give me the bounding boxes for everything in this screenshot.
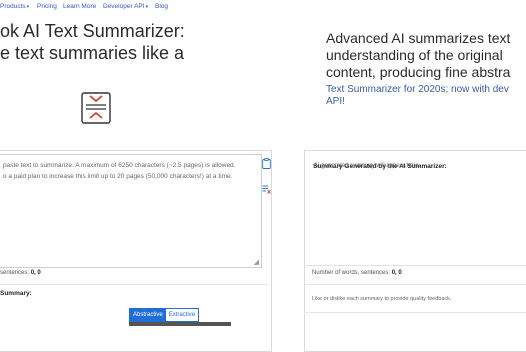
summary-placeholder: AI generated summary will appear here.: [314, 163, 421, 169]
resize-handle-icon[interactable]: ◢: [254, 258, 259, 266]
placeholder-line: paste text to summarize. A maximum of 62…: [3, 162, 236, 169]
placeholder-line: o a paid plan to increase this limit up …: [3, 173, 233, 180]
nav-products[interactable]: Products▾: [0, 3, 29, 10]
word-count-label: sentences:: [0, 270, 31, 276]
chevron-down-icon: ▾: [26, 4, 30, 10]
summary-type-label: Summary:: [0, 290, 32, 297]
divider: [0, 284, 268, 285]
paste-icon[interactable]: [262, 158, 271, 169]
divider: [304, 284, 526, 285]
top-navbar: Products▾ Pricing Learn More Developer A…: [0, 0, 526, 17]
summary-length-control[interactable]: [129, 322, 231, 326]
nav-learn-more[interactable]: Learn More: [63, 3, 96, 10]
input-word-count: sentences: 0, 0: [0, 270, 41, 276]
word-count-label: Number of words, sentences:: [312, 270, 392, 276]
hero-description-line: understanding of the original: [326, 47, 503, 63]
page-title-line: e text summaries like a: [0, 43, 185, 63]
page-title: ok AI Text Summarizer: e text summaries …: [0, 20, 185, 64]
nav-pricing[interactable]: Pricing: [37, 3, 57, 10]
chevron-down-icon: ▾: [145, 4, 149, 10]
nav-developer-api[interactable]: Developer API▾: [103, 3, 148, 10]
hero-subtitle-line: API!: [326, 95, 345, 107]
textarea-placeholder: paste text to summarize. A maximum of 62…: [3, 160, 261, 182]
word-count-value: 0, 0: [30, 270, 41, 276]
word-count-value: 0, 0: [391, 270, 402, 276]
divider: [304, 312, 526, 313]
mode-abstractive-button[interactable]: Abstractive: [130, 309, 166, 321]
summary-output-area: [304, 157, 526, 266]
hero-description-line: content, producing fine abstra: [326, 64, 511, 80]
input-textarea[interactable]: paste text to summarize. A maximum of 62…: [0, 154, 262, 268]
summarize-icon: [81, 92, 111, 124]
hero-description: Advanced AI summarizes text understandin…: [326, 30, 510, 81]
mode-extractive-button[interactable]: Extractive: [165, 309, 199, 321]
nav-blog[interactable]: Blog: [155, 3, 168, 10]
output-word-count: Number of words, sentences: 0, 0: [312, 270, 402, 276]
feedback-note: Like or dislike each summary to provide …: [312, 296, 452, 302]
clear-text-icon[interactable]: [262, 184, 271, 195]
hero-subtitle: Text Summarizer for 2020s; now with dev …: [326, 84, 509, 107]
page-title-line: ok AI Text Summarizer:: [0, 21, 185, 41]
summary-mode-toggle: Abstractive Extractive: [129, 308, 200, 322]
hero-subtitle-line: Text Summarizer for 2020s; now with dev: [326, 84, 509, 95]
hero-description-line: Advanced AI summarizes text: [326, 30, 511, 46]
